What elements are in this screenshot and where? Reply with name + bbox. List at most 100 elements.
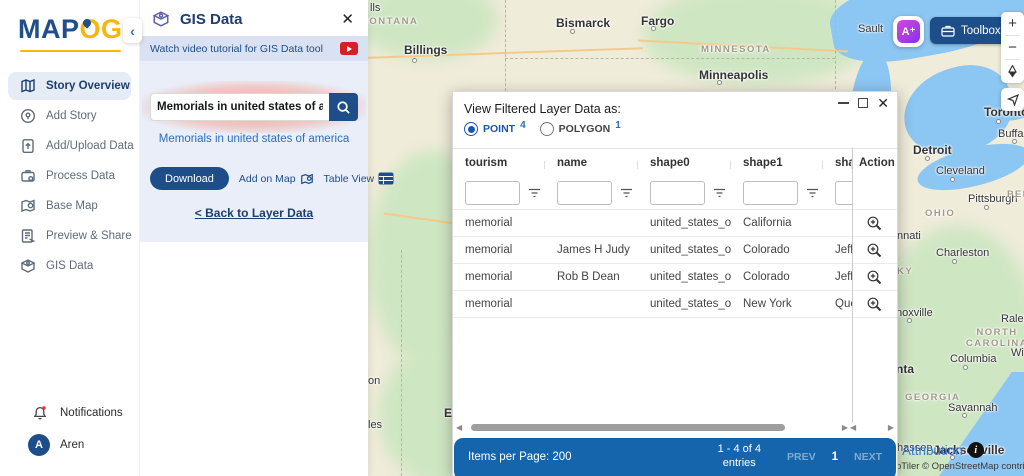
cell-shape1: New York xyxy=(743,298,792,310)
sidebar: MAPOG Story Overview Add Story Add/Uploa… xyxy=(0,0,140,476)
map-label: nnati xyxy=(897,230,921,242)
cell-tourism: memorial xyxy=(465,298,513,310)
search-suggestion[interactable]: Memorials in united states of america xyxy=(150,133,358,145)
map-label: Raleig xyxy=(1001,313,1024,325)
zoom-out-button[interactable]: − xyxy=(1001,36,1024,59)
cell-tourism: memorial xyxy=(465,271,513,283)
city-dot xyxy=(570,29,575,34)
maximize-icon[interactable] xyxy=(858,98,869,108)
sidebar-item-gis-data[interactable]: GIS Data xyxy=(8,252,131,280)
zoom-to-feature-button[interactable] xyxy=(852,296,897,313)
action-column-scrollbar[interactable]: ◀ ▶ xyxy=(850,422,894,433)
table-row[interactable]: memorial Rob B Dean united_states_of_...… xyxy=(453,263,897,290)
zoom-in-button[interactable]: + xyxy=(1001,12,1024,35)
map-zoom-control: + − xyxy=(1001,12,1024,83)
search-button[interactable] xyxy=(329,93,358,121)
minimize-icon[interactable] xyxy=(838,102,850,104)
info-icon: i xyxy=(967,442,984,458)
zoom-in-icon xyxy=(867,243,882,257)
user-menu[interactable]: A Aren xyxy=(0,428,139,462)
attribution-label: Attribution xyxy=(902,442,963,458)
column-header[interactable]: name xyxy=(545,157,638,169)
scroll-left-icon[interactable]: ◀ xyxy=(456,423,462,432)
table-row[interactable]: memorial united_states_of_... New York Q… xyxy=(453,290,897,317)
download-button[interactable]: Download xyxy=(150,167,229,190)
radio-point[interactable]: POINT 4 xyxy=(464,120,526,136)
next-page-button[interactable]: NEXT xyxy=(854,451,882,463)
column-header[interactable]: tourism xyxy=(453,157,545,169)
search-input[interactable] xyxy=(150,93,329,121)
video-tutorial-banner[interactable]: Watch video tutorial for GIS Data tool xyxy=(140,36,368,61)
sidebar-item-process-data[interactable]: Process Data xyxy=(8,162,131,190)
table-row[interactable]: memorial James H Judy united_states_of_.… xyxy=(453,236,897,263)
cell-shape2: Jeffe xyxy=(835,244,852,256)
table-view-button[interactable]: Table View xyxy=(324,172,395,185)
table-row[interactable]: memorial united_states_of_... California xyxy=(453,209,897,236)
scrollbar-track[interactable] xyxy=(465,423,839,432)
attribution-control[interactable]: Attribution i xyxy=(902,442,984,458)
compass-button[interactable] xyxy=(1001,60,1024,83)
map-label: Wilr xyxy=(1011,347,1024,359)
logo-underline xyxy=(20,50,121,52)
filter-input-shape2[interactable] xyxy=(835,181,852,205)
column-header[interactable]: shape1 xyxy=(731,157,823,169)
my-location-button[interactable] xyxy=(1001,88,1024,111)
filter-input-name[interactable] xyxy=(557,181,612,205)
close-panel-button[interactable]: ✕ xyxy=(339,10,356,28)
cell-shape1: California xyxy=(743,217,792,229)
sidebar-item-preview-share[interactable]: Preview & Share xyxy=(8,222,132,250)
radio-polygon[interactable]: POLYGON 1 xyxy=(539,119,621,136)
sidebar-item-label: Process Data xyxy=(46,170,116,182)
sidebar-item-story-overview[interactable]: Story Overview xyxy=(8,72,131,100)
cell-tourism: memorial xyxy=(465,244,513,256)
cell-shape0: united_states_of_... xyxy=(650,217,731,229)
map-label: les xyxy=(368,419,383,431)
map-label: lls xyxy=(370,2,381,14)
filter-icon xyxy=(529,188,540,198)
sidebar-bottom: Notifications A Aren xyxy=(0,398,139,476)
scroll-right-icon[interactable]: ▶ xyxy=(888,423,894,432)
column-header[interactable]: shap xyxy=(823,157,852,169)
cell-shape0: united_states_of_... xyxy=(650,271,731,283)
avatar: A xyxy=(28,434,50,456)
back-to-layer-data-link[interactable]: < Back to Layer Data xyxy=(150,206,358,220)
sidebar-item-base-map[interactable]: Base Map xyxy=(8,192,131,220)
zoom-in-icon xyxy=(867,297,882,311)
sidebar-item-add-story[interactable]: Add Story xyxy=(8,102,131,130)
sidebar-item-add-upload-data[interactable]: Add/Upload Data xyxy=(8,132,134,160)
cell-shape0: united_states_of_... xyxy=(650,244,731,256)
filtered-layer-dialog: View Filtered Layer Data as: ✕ POINT 4 P… xyxy=(452,91,898,476)
add-on-map-button[interactable]: Add on Map xyxy=(239,172,314,186)
close-icon[interactable]: ✕ xyxy=(877,96,889,110)
scrollbar-thumb[interactable] xyxy=(471,424,786,431)
dialog-window-controls: ✕ xyxy=(838,96,889,110)
ai-assistant-button[interactable]: A⁺ xyxy=(893,16,924,47)
filter-input-shape1[interactable] xyxy=(743,181,798,205)
map-label: Buffalo xyxy=(998,128,1024,140)
search-row xyxy=(142,81,366,133)
scroll-left-icon[interactable]: ◀ xyxy=(850,423,856,432)
prev-page-button[interactable]: PREV xyxy=(787,451,816,463)
horizontal-scrollbar[interactable]: ◀ ▶ xyxy=(456,422,848,433)
sidebar-item-label: Add Story xyxy=(46,110,97,122)
toolbox-button[interactable]: Toolbox xyxy=(930,17,1012,44)
filter-input-shape0[interactable] xyxy=(650,181,705,205)
map-copyright: pTiler © OpenStreetMap contributors xyxy=(896,461,1024,472)
column-header[interactable]: shape0 xyxy=(638,157,731,169)
cell-shape0: united_states_of_... xyxy=(650,298,731,310)
map-pin-icon xyxy=(300,173,313,184)
polygon-count: 1 xyxy=(615,119,621,131)
entries-count: 1 - 4 of 4 entries xyxy=(717,443,761,469)
notifications-button[interactable]: Notifications xyxy=(0,398,139,428)
collapse-panel-button[interactable]: ‹ xyxy=(123,18,142,43)
map-label: Fargo xyxy=(641,14,675,28)
zoom-in-icon xyxy=(867,270,882,284)
zoom-to-feature-button[interactable] xyxy=(852,242,897,259)
scroll-right-icon[interactable]: ▶ xyxy=(842,423,848,432)
zoom-to-feature-button[interactable] xyxy=(852,269,897,286)
zoom-to-feature-button[interactable] xyxy=(852,215,897,232)
filter-input-tourism[interactable] xyxy=(465,181,520,205)
panel-title: GIS Data xyxy=(180,10,243,28)
city-dot xyxy=(952,259,957,264)
table-bottom-border xyxy=(453,317,897,318)
